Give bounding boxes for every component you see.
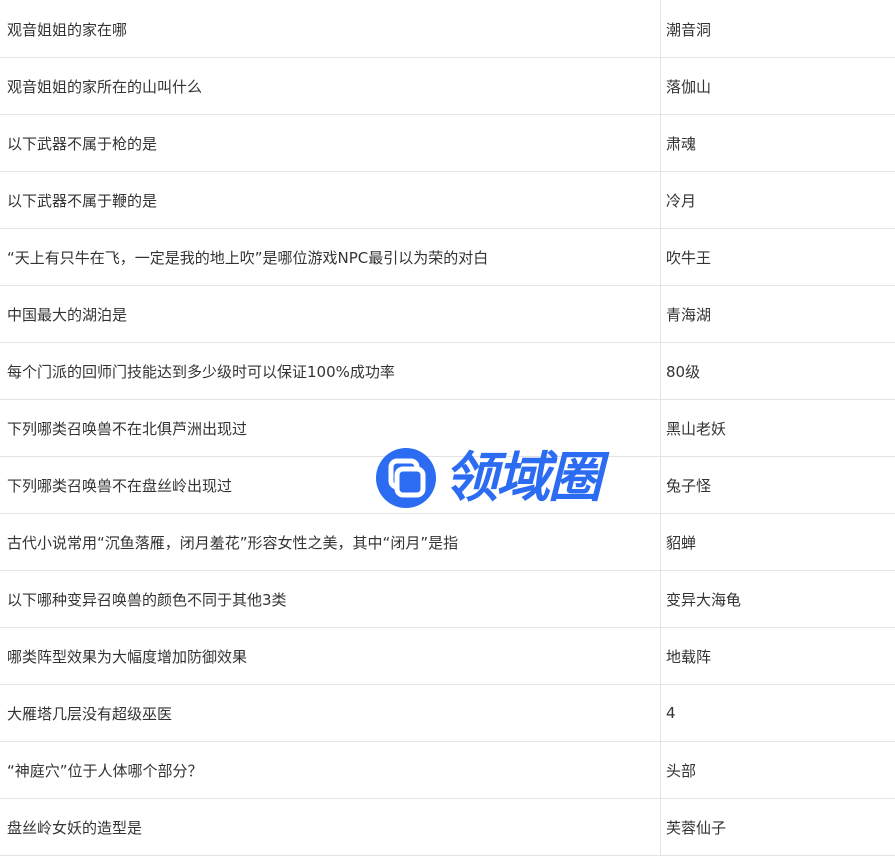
question-cell: 古代小说常用“沉鱼落雁，闭月羞花”形容女性之美，其中“闭月”是指 — [0, 513, 661, 571]
question-cell: “神庭穴”位于人体哪个部分？ — [0, 741, 661, 799]
answer-cell: 80级 — [660, 342, 895, 400]
table-row: 每个门派的回师门技能达到多少级时可以保证100%成功率 80级 — [0, 342, 895, 400]
answer-cell: 地载阵 — [660, 627, 895, 685]
table-row: “天上有只牛在飞，一定是我的地上吹”是哪位游戏NPC最引以为荣的对白 吹牛王 — [0, 228, 895, 286]
question-cell: 哪类阵型效果为大幅度增加防御效果 — [0, 627, 661, 685]
question-cell: 大雁塔几层没有超级巫医 — [0, 684, 661, 742]
answer-cell: 潮音洞 — [660, 0, 895, 58]
table-row: 观音姐姐的家所在的山叫什么 落伽山 — [0, 57, 895, 115]
table-row: 以下武器不属于枪的是 肃魂 — [0, 114, 895, 172]
table-row: 观音姐姐的家在哪 潮音洞 — [0, 0, 895, 58]
answer-cell: 头部 — [660, 741, 895, 799]
question-cell: 以下武器不属于枪的是 — [0, 114, 661, 172]
question-cell: 下列哪类召唤兽不在北俱芦洲出现过 — [0, 399, 661, 457]
question-cell: 每个门派的回师门技能达到多少级时可以保证100%成功率 — [0, 342, 661, 400]
answer-cell: 落伽山 — [660, 57, 895, 115]
answer-cell: 芙蓉仙子 — [660, 798, 895, 856]
table-row: 中国最大的湖泊是 青海湖 — [0, 285, 895, 343]
answer-cell: 青海湖 — [660, 285, 895, 343]
question-cell: 观音姐姐的家所在的山叫什么 — [0, 57, 661, 115]
answer-cell: 黑山老妖 — [660, 399, 895, 457]
table-row: 哪类阵型效果为大幅度增加防御效果 地载阵 — [0, 627, 895, 685]
table-row: 下列哪类召唤兽不在盘丝岭出现过 兔子怪 — [0, 456, 895, 514]
question-cell: 下列哪类召唤兽不在盘丝岭出现过 — [0, 456, 661, 514]
question-cell: 以下哪种变异召唤兽的颜色不同于其他3类 — [0, 570, 661, 628]
table-row: 下列哪类召唤兽不在北俱芦洲出现过 黑山老妖 — [0, 399, 895, 457]
table-row: 以下武器不属于鞭的是 冷月 — [0, 171, 895, 229]
table-row: “神庭穴”位于人体哪个部分？ 头部 — [0, 741, 895, 799]
question-cell: “天上有只牛在飞，一定是我的地上吹”是哪位游戏NPC最引以为荣的对白 — [0, 228, 661, 286]
table-row: 古代小说常用“沉鱼落雁，闭月羞花”形容女性之美，其中“闭月”是指 貂蝉 — [0, 513, 895, 571]
answer-cell: 变异大海龟 — [660, 570, 895, 628]
answer-cell: 4 — [660, 684, 895, 742]
answer-cell: 肃魂 — [660, 114, 895, 172]
answer-cell: 吹牛王 — [660, 228, 895, 286]
answer-cell: 冷月 — [660, 171, 895, 229]
answer-cell: 兔子怪 — [660, 456, 895, 514]
table-row: 以下哪种变异召唤兽的颜色不同于其他3类 变异大海龟 — [0, 570, 895, 628]
question-cell: 观音姐姐的家在哪 — [0, 0, 661, 58]
answer-cell: 貂蝉 — [660, 513, 895, 571]
table-row: 盘丝岭女妖的造型是 芙蓉仙子 — [0, 798, 895, 856]
question-cell: 盘丝岭女妖的造型是 — [0, 798, 661, 856]
qa-table-body: 观音姐姐的家在哪 潮音洞 观音姐姐的家所在的山叫什么 落伽山 以下武器不属于枪的是 肃魂以… — [0, 0, 895, 856]
question-cell: 中国最大的湖泊是 — [0, 285, 661, 343]
table-row: 大雁塔几层没有超级巫医 4 — [0, 684, 895, 742]
question-cell: 以下武器不属于鞭的是 — [0, 171, 661, 229]
qa-table: 观音姐姐的家在哪 潮音洞 观音姐姐的家所在的山叫什么 落伽山 以下武器不属于枪的是 肃魂以… — [0, 0, 895, 856]
